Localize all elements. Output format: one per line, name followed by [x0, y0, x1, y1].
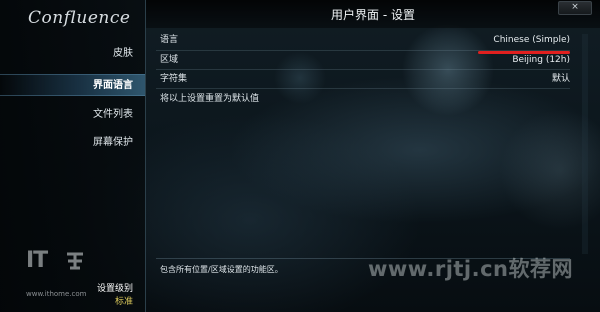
setting-label: 语言: [160, 35, 179, 45]
setting-row-region[interactable]: 区域 Beijing (12h): [160, 51, 570, 69]
sidebar-item-skin[interactable]: 皮肤: [3, 43, 133, 65]
setting-label: 区域: [160, 55, 179, 65]
sidebar-item-interface-language[interactable]: 界面语言: [0, 74, 145, 96]
setting-label: 将以上设置重置为默认值: [160, 94, 260, 104]
setting-value: Chinese (Simple): [493, 35, 570, 45]
sidebar-item-file-list[interactable]: 文件列表: [3, 104, 133, 126]
settings-level-button[interactable]: 设置级别: [97, 281, 133, 294]
setting-value: 默认: [551, 74, 570, 84]
sidebar: Confluence 皮肤 界面语言 文件列表 屏幕保护 IT www.itho…: [0, 0, 146, 312]
setting-row-charset[interactable]: 字符集 默认: [160, 70, 570, 88]
app-logo: Confluence: [28, 8, 131, 28]
ithome-logo-icon: [67, 252, 83, 270]
close-button[interactable]: ×: [558, 1, 592, 15]
page-title: 用户界面 - 设置: [331, 8, 415, 22]
row-divider: [156, 88, 570, 89]
sidebar-item-screensaver[interactable]: 屏幕保护: [3, 132, 133, 154]
ithome-url: www.ithome.com: [26, 290, 87, 298]
site-watermark: www.rjtj.cn软荐网: [368, 257, 574, 281]
setting-label: 字符集: [160, 74, 188, 84]
setting-value: Beijing (12h): [512, 55, 570, 65]
settings-level-value: 标准: [114, 297, 133, 307]
scrollbar[interactable]: [582, 34, 588, 254]
header-bar: 用户界面 - 设置 ×: [146, 0, 600, 28]
hint-text: 包含所有位置/区域设置的功能区。: [160, 265, 283, 274]
setting-row-reset-defaults[interactable]: 将以上设置重置为默认值: [160, 90, 570, 108]
setting-row-language[interactable]: 语言 Chinese (Simple): [160, 31, 570, 49]
ithome-logo-text: IT: [26, 248, 48, 273]
